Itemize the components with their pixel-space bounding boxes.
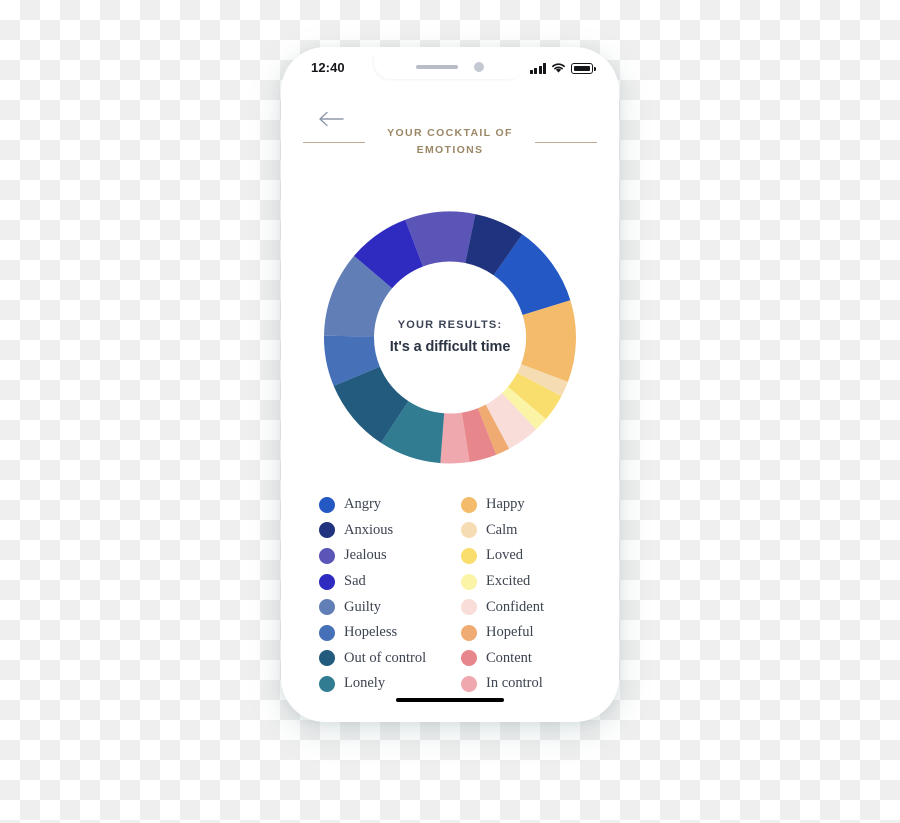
legend-item[interactable]: Sad xyxy=(319,569,445,595)
legend-item[interactable]: Hopeful xyxy=(461,620,587,646)
front-camera-icon xyxy=(474,61,484,72)
legend-item-label: Calm xyxy=(486,521,518,538)
legend-item[interactable]: Lonely xyxy=(319,671,445,697)
legend-color-swatch xyxy=(319,496,335,513)
legend-item-label: Confident xyxy=(486,598,544,615)
donut-chart-svg: AngryHappyCalmLovedExcitedConfidentHopef… xyxy=(324,211,576,464)
legend-color-swatch xyxy=(319,573,335,590)
header-rule-right xyxy=(535,141,597,143)
legend-item-label: Content xyxy=(486,649,532,666)
legend-color-swatch xyxy=(319,650,335,667)
legend-item[interactable]: In control xyxy=(461,671,587,697)
legend-item-label: Angry xyxy=(344,496,382,513)
legend-item-label: Guilty xyxy=(344,598,382,615)
legend-column-negative: Angry Anxious Jealous Sad Guilty Hopeless Out … xyxy=(319,492,445,697)
legend-item-label: Happy xyxy=(486,496,525,513)
legend-item[interactable]: Out of control xyxy=(319,646,445,672)
legend-item[interactable]: Angry xyxy=(319,492,445,518)
legend-item-label: Out of control xyxy=(344,649,427,666)
page-title: YOUR COCKTAIL OF EMOTIONS xyxy=(387,127,513,156)
emotions-donut-chart: AngryHappyCalmLovedExcitedConfidentHopef… xyxy=(322,204,578,472)
wifi-icon xyxy=(552,63,565,73)
donut-slice-group: AngryHappyCalmLovedExcitedConfidentHopef… xyxy=(324,211,576,464)
page-header: YOUR COCKTAIL OF EMOTIONS xyxy=(289,125,611,159)
chart-legend: Angry Anxious Jealous Sad Guilty Hopeless Out … xyxy=(319,492,587,697)
home-indicator[interactable] xyxy=(396,698,504,702)
legend-color-swatch xyxy=(461,547,477,564)
legend-color-swatch xyxy=(461,650,477,667)
legend-item[interactable]: Loved xyxy=(461,543,587,569)
legend-item[interactable]: Jealous xyxy=(319,543,445,569)
legend-item-label: In control xyxy=(486,675,543,692)
legend-item-label: Lonely xyxy=(344,675,386,692)
status-bar-icons xyxy=(529,62,596,74)
legend-color-swatch xyxy=(319,599,335,616)
legend-color-swatch xyxy=(461,496,477,513)
cellular-signal-icon xyxy=(529,63,546,74)
phone-screen: 12:40 YOUR COCKTAIL OF EMOTIONS AngryHap… xyxy=(289,55,611,714)
legend-item-label: Jealous xyxy=(344,547,387,564)
legend-column-positive: Happy Calm Loved Excited Confident Hopeful Con… xyxy=(461,492,587,697)
legend-item-label: Hopeful xyxy=(486,624,534,641)
legend-item-label: Anxious xyxy=(344,521,394,538)
legend-color-swatch xyxy=(461,573,477,590)
legend-item[interactable]: Confident xyxy=(461,594,587,620)
legend-color-swatch xyxy=(319,522,335,539)
legend-color-swatch xyxy=(461,522,477,539)
legend-item[interactable]: Anxious xyxy=(319,518,445,544)
header-rule-left xyxy=(303,141,365,143)
legend-item-label: Hopeless xyxy=(344,624,398,641)
legend-item[interactable]: Happy xyxy=(461,492,587,518)
legend-color-swatch xyxy=(461,599,477,616)
legend-item[interactable]: Content xyxy=(461,646,587,672)
legend-item[interactable]: Excited xyxy=(461,569,587,595)
legend-item-label: Loved xyxy=(486,547,524,564)
legend-item[interactable]: Hopeless xyxy=(319,620,445,646)
legend-item-label: Excited xyxy=(486,573,531,590)
legend-color-swatch xyxy=(319,624,335,641)
battery-full-icon xyxy=(571,63,596,74)
status-bar-clock: 12:40 xyxy=(311,60,345,75)
earpiece-speaker-icon xyxy=(416,64,458,69)
legend-color-swatch xyxy=(319,675,335,692)
phone-notch xyxy=(374,55,526,79)
legend-item[interactable]: Calm xyxy=(461,518,587,544)
legend-color-swatch xyxy=(319,547,335,564)
legend-item[interactable]: Guilty xyxy=(319,594,445,620)
legend-color-swatch xyxy=(461,675,477,692)
legend-color-swatch xyxy=(461,624,477,641)
legend-item-label: Sad xyxy=(344,573,366,590)
phone-device-frame: 12:40 YOUR COCKTAIL OF EMOTIONS AngryHap… xyxy=(281,47,619,722)
